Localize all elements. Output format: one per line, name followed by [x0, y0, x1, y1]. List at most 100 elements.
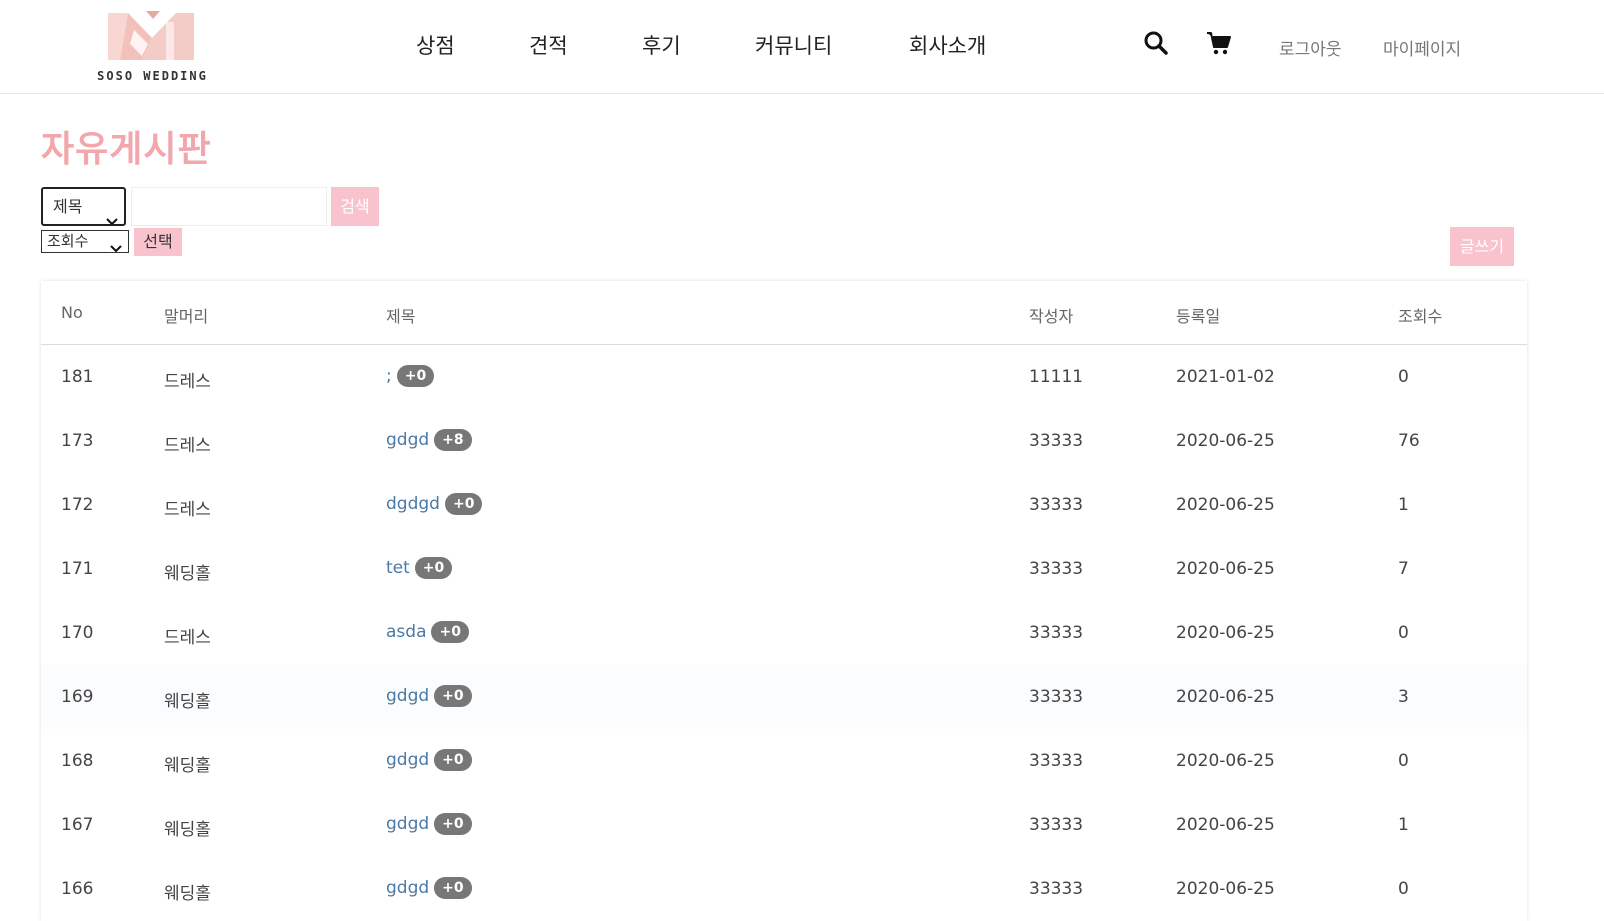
row-title-cell: tet +0	[386, 557, 453, 579]
row-writer: 33333	[1029, 431, 1084, 451]
search-button[interactable]: 검색	[331, 187, 379, 226]
row-no: 170	[61, 623, 94, 643]
cart-icon[interactable]	[1206, 30, 1232, 60]
table-row[interactable]: 171 웨딩홀 tet +0 33333 2020-06-25 7	[41, 537, 1527, 601]
post-title-link[interactable]: gdgd	[386, 430, 429, 450]
search-icon[interactable]	[1143, 30, 1169, 60]
write-post-button[interactable]: 글쓰기	[1450, 227, 1514, 266]
row-date: 2021-01-02	[1176, 367, 1275, 387]
row-category: 드레스	[164, 628, 211, 648]
row-category: 웨딩홀	[164, 692, 211, 712]
row-writer: 33333	[1029, 879, 1084, 899]
comment-count-badge: +8	[434, 429, 472, 451]
post-title-link[interactable]: gdgd	[386, 878, 429, 898]
table-row[interactable]: 166 웨딩홀 gdgd +0 33333 2020-06-25 0	[41, 857, 1527, 921]
comment-count-badge: +0	[431, 621, 469, 643]
column-header-writer: 작성자	[1029, 307, 1074, 326]
row-views: 0	[1398, 751, 1409, 771]
row-title-cell: dgdgd +0	[386, 493, 483, 515]
post-title-link[interactable]: gdgd	[386, 686, 429, 706]
row-title-cell: asda +0	[386, 621, 469, 643]
row-writer: 33333	[1029, 495, 1084, 515]
post-title-link[interactable]: gdgd	[386, 750, 429, 770]
logout-link[interactable]: 로그아웃	[1279, 35, 1342, 60]
comment-count-badge: +0	[414, 557, 453, 579]
row-date: 2020-06-25	[1176, 623, 1275, 643]
row-no: 181	[61, 367, 94, 387]
column-header-date: 등록일	[1176, 307, 1221, 326]
row-no: 166	[61, 879, 94, 899]
row-category: 웨딩홀	[164, 884, 211, 904]
table-row[interactable]: 181 드레스 ; +0 11111 2021-01-02 0	[41, 345, 1527, 409]
table-row[interactable]: 172 드레스 dgdgd +0 33333 2020-06-25 1	[41, 473, 1527, 537]
row-no: 169	[61, 687, 94, 707]
column-header-no: No	[61, 303, 83, 322]
post-title-link[interactable]: gdgd	[386, 814, 429, 834]
chevron-down-icon	[110, 238, 122, 259]
search-field-select[interactable]: 제목	[41, 187, 126, 226]
row-date: 2020-06-25	[1176, 815, 1275, 835]
row-no: 172	[61, 495, 94, 515]
post-title-link[interactable]: dgdgd	[386, 494, 440, 514]
row-views: 3	[1398, 687, 1409, 707]
post-title-link[interactable]: asda	[386, 622, 426, 642]
sort-select[interactable]: 조회수	[41, 230, 129, 253]
comment-count-badge: +0	[396, 365, 435, 387]
site-logo[interactable]: SOSO WEDDING	[90, 8, 215, 86]
column-header-views: 조회수	[1398, 307, 1443, 326]
row-views: 0	[1398, 367, 1409, 387]
comment-count-badge: +0	[434, 685, 472, 707]
table-header: No 말머리 제목 작성자 등록일 조회수	[41, 281, 1527, 345]
table-row[interactable]: 168 웨딩홀 gdgd +0 33333 2020-06-25 0	[41, 729, 1527, 793]
row-writer: 33333	[1029, 751, 1084, 771]
row-title-cell: gdgd +0	[386, 749, 472, 771]
nav-item-about[interactable]: 회사소개	[909, 30, 986, 60]
row-no: 173	[61, 431, 94, 451]
sort-value: 조회수	[47, 232, 89, 250]
sort-button[interactable]: 선택	[134, 228, 182, 256]
column-header-title: 제목	[386, 307, 416, 326]
post-title-link[interactable]: tet	[386, 558, 410, 578]
table-row[interactable]: 167 웨딩홀 gdgd +0 33333 2020-06-25 1	[41, 793, 1527, 857]
row-category: 드레스	[164, 500, 211, 520]
mypage-link[interactable]: 마이페이지	[1383, 35, 1461, 60]
row-views: 1	[1398, 495, 1409, 515]
nav-item-reviews[interactable]: 후기	[642, 30, 681, 60]
row-date: 2020-06-25	[1176, 559, 1275, 579]
site-header: SOSO WEDDING 상점 견적 후기 커뮤니티 회사소개 로그아웃 마이페…	[0, 0, 1604, 94]
post-title-link[interactable]: ;	[386, 366, 392, 386]
row-category: 웨딩홀	[164, 564, 211, 584]
comment-count-badge: +0	[434, 877, 472, 899]
row-date: 2020-06-25	[1176, 495, 1275, 515]
row-date: 2020-06-25	[1176, 431, 1275, 451]
row-category: 웨딩홀	[164, 820, 211, 840]
search-input[interactable]	[131, 187, 327, 226]
row-views: 76	[1398, 431, 1420, 451]
row-date: 2020-06-25	[1176, 751, 1275, 771]
row-no: 168	[61, 751, 94, 771]
row-writer: 33333	[1029, 687, 1084, 707]
comment-count-badge: +0	[434, 813, 472, 835]
row-views: 7	[1398, 559, 1409, 579]
nav-item-shop[interactable]: 상점	[416, 30, 455, 60]
row-title-cell: gdgd +0	[386, 813, 472, 835]
nav-item-community[interactable]: 커뮤니티	[755, 30, 832, 60]
row-title-cell: gdgd +8	[386, 429, 472, 451]
logo-text: SOSO WEDDING	[97, 69, 208, 83]
table-row[interactable]: 173 드레스 gdgd +8 33333 2020-06-25 76	[41, 409, 1527, 473]
row-title-cell: ; +0	[386, 365, 435, 387]
row-views: 0	[1398, 879, 1409, 899]
nav-item-estimate[interactable]: 견적	[529, 30, 568, 60]
row-category: 드레스	[164, 372, 211, 392]
row-no: 171	[61, 559, 94, 579]
row-title-cell: gdgd +0	[386, 685, 472, 707]
row-date: 2020-06-25	[1176, 687, 1275, 707]
comment-count-badge: +0	[444, 493, 483, 515]
row-views: 1	[1398, 815, 1409, 835]
page-title: 자유게시판	[41, 129, 212, 170]
board-table: No 말머리 제목 작성자 등록일 조회수 181 드레스 ; +0 11111…	[41, 281, 1527, 921]
search-field-value: 제목	[53, 197, 83, 216]
table-row[interactable]: 169 웨딩홀 gdgd +0 33333 2020-06-25 3	[41, 665, 1527, 729]
logo-mark-icon	[108, 11, 194, 60]
table-row[interactable]: 170 드레스 asda +0 33333 2020-06-25 0	[41, 601, 1527, 665]
